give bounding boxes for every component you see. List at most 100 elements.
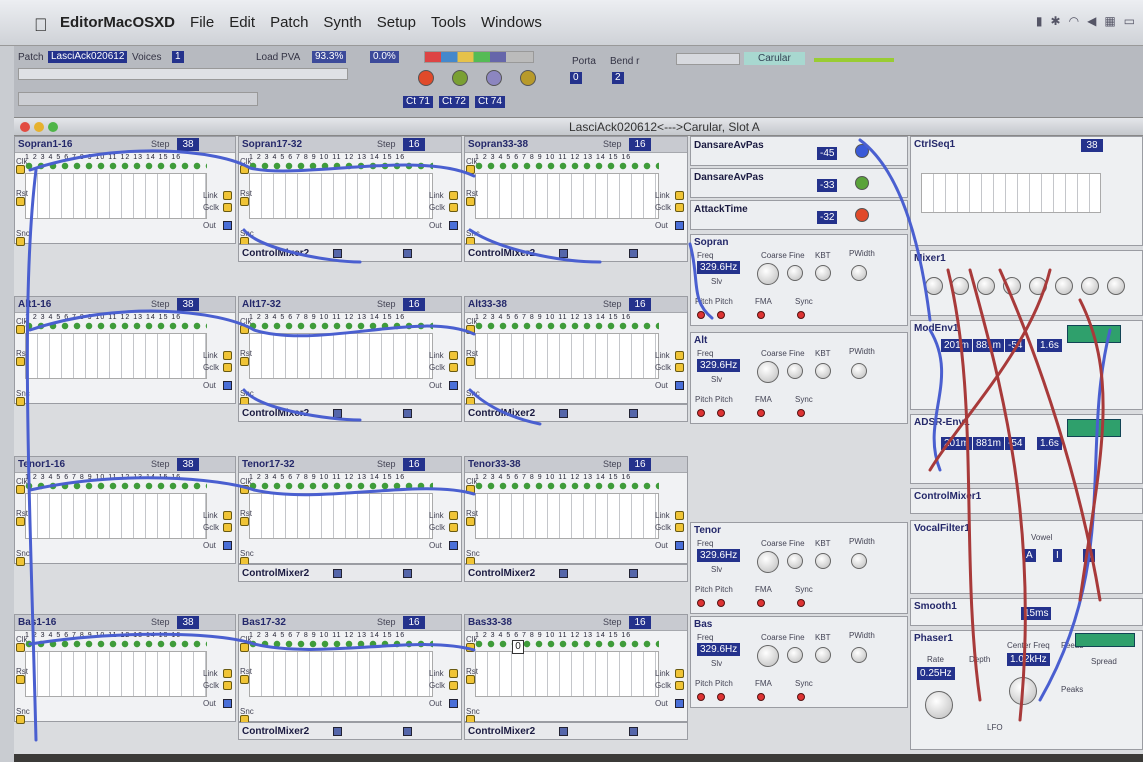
rate-knob[interactable] — [925, 691, 953, 719]
control-value[interactable]: -32 — [817, 211, 838, 224]
apple-icon[interactable]:  — [34, 15, 48, 36]
envelope-value[interactable]: 1.6s — [1037, 339, 1062, 352]
vowel-select[interactable]: I — [1053, 549, 1062, 562]
input-port[interactable] — [16, 357, 25, 366]
sync-input-jack[interactable] — [797, 693, 805, 701]
sync-input-jack[interactable] — [797, 311, 805, 319]
input-port[interactable] — [466, 197, 475, 206]
step-sliders[interactable] — [475, 493, 659, 539]
output-port[interactable] — [223, 363, 232, 372]
pwidth-knob[interactable] — [851, 363, 867, 379]
input-port[interactable] — [240, 485, 249, 494]
fma-input-jack[interactable] — [757, 599, 765, 607]
output-port[interactable] — [223, 191, 232, 200]
control-knob[interactable] — [855, 144, 869, 158]
input-port[interactable] — [240, 197, 249, 206]
output-port[interactable] — [223, 203, 232, 212]
output-port[interactable] — [675, 351, 684, 360]
output-port[interactable] — [449, 191, 458, 200]
mixer-knob[interactable] — [403, 569, 412, 578]
output-port[interactable] — [675, 221, 684, 230]
output-port[interactable] — [449, 351, 458, 360]
pwidth-knob[interactable] — [851, 265, 867, 281]
zoom-icon[interactable] — [48, 122, 58, 132]
output-port[interactable] — [223, 381, 232, 390]
output-port[interactable] — [675, 681, 684, 690]
menu-setup[interactable]: Setup — [377, 14, 416, 31]
coarse-knob[interactable] — [757, 263, 779, 285]
mixer-knob[interactable] — [1003, 277, 1021, 295]
output-port[interactable] — [223, 221, 232, 230]
input-port[interactable] — [16, 397, 25, 406]
step-count[interactable]: 16 — [629, 138, 651, 151]
mixer-knob[interactable] — [403, 409, 412, 418]
pwidth-knob[interactable] — [851, 647, 867, 663]
vowel-select[interactable]: A — [1023, 549, 1036, 562]
input-port[interactable] — [466, 643, 475, 652]
step-count[interactable]: 16 — [403, 298, 425, 311]
pitch-input-jack[interactable] — [717, 599, 725, 607]
step-sliders[interactable] — [249, 493, 433, 539]
step-sliders[interactable] — [475, 333, 659, 379]
output-port[interactable] — [675, 191, 684, 200]
control-knob[interactable] — [855, 208, 869, 222]
step-count[interactable]: 16 — [403, 138, 425, 151]
mixer-knob[interactable] — [925, 277, 943, 295]
mixer-knob[interactable] — [333, 569, 342, 578]
volume-icon[interactable]: ◀ — [1087, 14, 1096, 28]
mixer-knob[interactable] — [1029, 277, 1047, 295]
mixer-knob[interactable] — [629, 409, 638, 418]
step-sliders[interactable] — [25, 333, 207, 379]
mixer-knob[interactable] — [333, 249, 342, 258]
fine-knob[interactable] — [787, 265, 803, 281]
input-port[interactable] — [16, 715, 25, 724]
fine-knob[interactable] — [787, 647, 803, 663]
input-port[interactable] — [240, 325, 249, 334]
mixer-knob[interactable] — [1081, 277, 1099, 295]
step-count[interactable]: 16 — [629, 458, 651, 471]
mixer-knob[interactable] — [629, 249, 638, 258]
step-sliders[interactable] — [249, 173, 433, 219]
input-port[interactable] — [466, 517, 475, 526]
porta-value[interactable]: 0 — [570, 72, 582, 84]
output-port[interactable] — [223, 669, 232, 678]
step-sliders[interactable] — [475, 173, 659, 219]
sync-input-jack[interactable] — [797, 599, 805, 607]
rate-value[interactable]: 0.25Hz — [917, 667, 955, 680]
mixer-knob[interactable] — [1055, 277, 1073, 295]
kbt-knob[interactable] — [815, 647, 831, 663]
output-port[interactable] — [449, 541, 458, 550]
mixer-knob[interactable] — [559, 249, 568, 258]
patch-name-field[interactable]: LasciAck020612 — [48, 51, 128, 63]
output-port[interactable] — [675, 523, 684, 532]
output-port[interactable] — [675, 381, 684, 390]
app-menu[interactable]: EditorMacOSXD — [60, 14, 175, 31]
envelope-value[interactable]: -54 — [1005, 339, 1026, 352]
kbt-knob[interactable] — [815, 265, 831, 281]
pitch-input-jack[interactable] — [697, 693, 705, 701]
input-port[interactable] — [466, 357, 475, 366]
mixer-knob[interactable] — [1107, 277, 1125, 295]
output-port[interactable] — [675, 203, 684, 212]
center-freq-value[interactable]: 1.02kHz — [1007, 653, 1050, 666]
input-port[interactable] — [466, 675, 475, 684]
envelope-value[interactable]: 201m — [941, 339, 973, 352]
voices-value[interactable]: 1 — [172, 51, 184, 63]
input-port[interactable] — [16, 325, 25, 334]
step-count[interactable]: 16 — [403, 458, 425, 471]
coarse-knob[interactable] — [757, 551, 779, 573]
output-port[interactable] — [223, 511, 232, 520]
step-sliders[interactable] — [25, 173, 207, 219]
menu-file[interactable]: File — [190, 14, 214, 31]
mixer-knob[interactable] — [977, 277, 995, 295]
fine-knob[interactable] — [787, 363, 803, 379]
input-port[interactable] — [466, 325, 475, 334]
menu-patch[interactable]: Patch — [270, 14, 308, 31]
vowel-select[interactable]: 0 — [1083, 549, 1095, 562]
oscillator-freq[interactable]: 329.6Hz — [697, 359, 741, 372]
output-port[interactable] — [223, 351, 232, 360]
preset-name[interactable]: Carular — [744, 52, 805, 65]
mixer-knob[interactable] — [403, 727, 412, 736]
center-knob[interactable] — [1009, 677, 1037, 705]
fma-input-jack[interactable] — [757, 409, 765, 417]
